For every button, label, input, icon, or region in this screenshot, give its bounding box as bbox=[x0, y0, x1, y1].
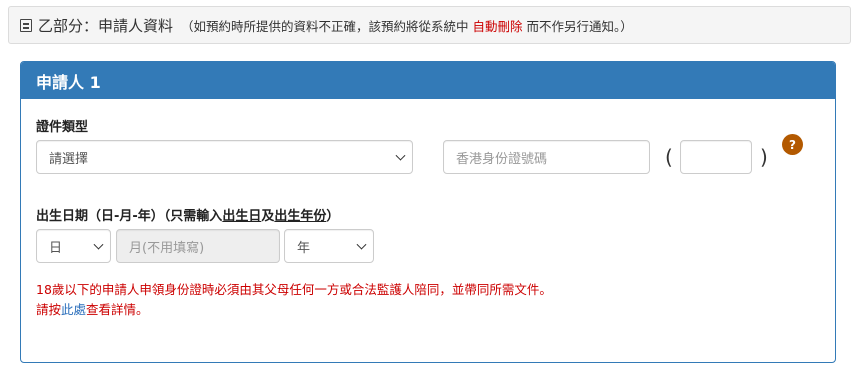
hkid-check-digit-input[interactable] bbox=[680, 140, 752, 174]
section-title: 乙部分：申請人資料 bbox=[38, 16, 174, 35]
dob-hint-3: ） bbox=[326, 209, 340, 224]
id-type-select[interactable]: 請選擇 bbox=[36, 140, 413, 174]
dob-day-value: 日 bbox=[49, 240, 63, 256]
details-suffix: 查看詳情。 bbox=[86, 302, 149, 317]
id-type-selected-value: 請選擇 bbox=[49, 151, 89, 167]
dob-label: 出生日期（日-月-年）（只需輸入出生日及出生年份） bbox=[36, 205, 339, 224]
section-note: （如預約時所提供的資料不正確，該預約將從系統中 自動刪除 而不作另行通知。） bbox=[181, 16, 633, 35]
minor-notice: 18歲以下的申請人申領身份證時必須由其父母任何一方或合法監護人陪同，並帶同所需文… bbox=[36, 282, 552, 297]
hkid-placeholder: 香港身份證號碼 bbox=[456, 151, 548, 167]
dob-hint-and: 及 bbox=[261, 209, 275, 224]
dob-month-placeholder: 月(不用填寫) bbox=[129, 240, 205, 256]
chevron-down-icon bbox=[93, 239, 104, 250]
section-header: 乙部分：申請人資料 （如預約時所提供的資料不正確，該預約將從系統中 自動刪除 而… bbox=[8, 6, 851, 44]
dob-year-select[interactable]: 年 bbox=[284, 229, 374, 263]
section-note-prefix: （如預約時所提供的資料不正確，該預約將從系統中 bbox=[181, 18, 469, 34]
dob-hint-1: （只需輸入 bbox=[163, 209, 223, 224]
dob-year-value: 年 bbox=[297, 240, 311, 256]
document-icon bbox=[20, 19, 32, 32]
details-notice: 請按此處查看詳情。 bbox=[36, 299, 149, 318]
dob-hint-year: 出生年份 bbox=[274, 209, 327, 224]
close-parenthesis: ) bbox=[760, 145, 768, 169]
applicant-panel: 申請人 1 證件類型 請選擇 香港身份證號碼 ( ) ? 出生日期（日-月-年）… bbox=[20, 61, 836, 363]
open-parenthesis: ( bbox=[665, 145, 673, 169]
section-note-suffix: 而不作另行通知。） bbox=[526, 18, 633, 34]
details-prefix: 請按 bbox=[36, 302, 62, 317]
hkid-number-input[interactable]: 香港身份證號碼 bbox=[443, 140, 650, 174]
dob-label-main: 出生日期（日-月-年） bbox=[36, 209, 164, 224]
applicant-heading: 申請人 1 bbox=[21, 62, 835, 99]
chevron-down-icon bbox=[395, 150, 406, 161]
dob-month-input: 月(不用填寫) bbox=[116, 229, 280, 263]
auto-delete-warning: 自動刪除 bbox=[472, 18, 523, 34]
id-type-label: 證件類型 bbox=[36, 120, 89, 135]
help-icon[interactable]: ? bbox=[782, 134, 803, 155]
dob-day-select[interactable]: 日 bbox=[36, 229, 111, 263]
dob-hint-day: 出生日 bbox=[222, 209, 262, 224]
chevron-down-icon bbox=[356, 239, 367, 250]
details-link[interactable]: 此處 bbox=[61, 302, 86, 317]
